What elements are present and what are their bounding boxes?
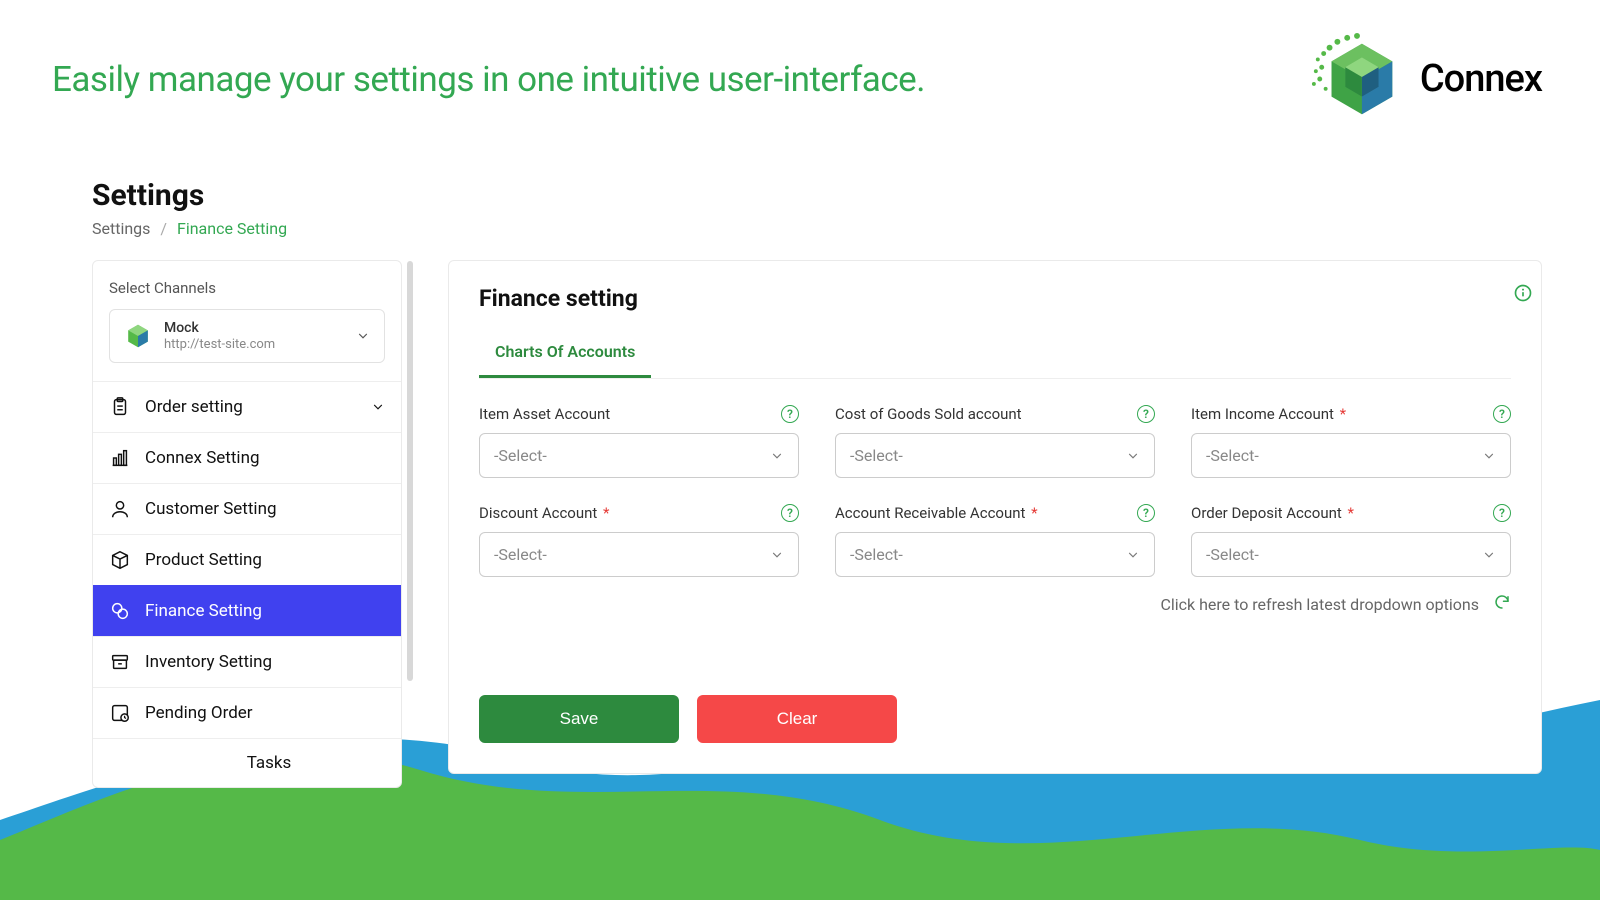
sidebar-item-label: Product Setting [145,550,262,570]
sidebar-item-label: Connex Setting [145,448,260,468]
field-discount-account: Discount Account * ? -Select- [479,504,799,577]
help-icon[interactable]: ? [1137,405,1155,423]
select-discount-account[interactable]: -Select- [479,532,799,577]
box-icon [109,549,131,571]
select-value: -Select- [494,446,547,465]
sidebar-item-label: Customer Setting [145,499,277,519]
save-button[interactable]: Save [479,695,679,743]
breadcrumb-current: Finance Setting [177,219,287,238]
chevron-down-icon [1482,449,1496,463]
select-value: -Select- [850,446,903,465]
brand-logo-icon [1308,30,1406,128]
sidebar-item-customer-setting[interactable]: Customer Setting [93,483,401,534]
marketing-tagline: Easily manage your settings in one intui… [52,59,925,100]
field-item-income-account: Item Income Account * ? -Select- [1191,405,1511,478]
clear-button[interactable]: Clear [697,695,897,743]
archive-icon [109,651,131,673]
sidebar-item-inventory-setting[interactable]: Inventory Setting [93,636,401,687]
channel-icon [124,322,152,350]
field-label: Item Asset Account [479,405,610,423]
select-value: -Select- [494,545,547,564]
sidebar-item-label: Inventory Setting [145,652,272,672]
brand-name: Connex [1420,57,1542,101]
select-ar-account[interactable]: -Select- [835,532,1155,577]
sidebar-item-label: Order setting [145,397,243,417]
field-label: Discount Account [479,504,597,522]
clipboard-icon [109,396,131,418]
chevron-down-icon [770,548,784,562]
chevron-down-icon [371,400,385,414]
accounts-form: Item Asset Account ? -Select- Cost of Go… [479,405,1511,577]
brand: Connex [1308,30,1542,128]
field-label: Cost of Goods Sold account [835,405,1022,423]
sidebar-item-label: Finance Setting [145,601,262,621]
finance-setting-panel: Finance setting Charts Of Accounts Item … [448,260,1542,774]
sidebar-item-connex-setting[interactable]: Connex Setting [93,432,401,483]
help-icon[interactable]: ? [781,405,799,423]
chevron-down-icon [1126,449,1140,463]
sidebar-item-product-setting[interactable]: Product Setting [93,534,401,585]
field-label: Item Income Account [1191,405,1334,423]
help-icon[interactable]: ? [1137,504,1155,522]
sidebar-item-finance-setting[interactable]: Finance Setting [93,585,401,636]
sidebar-nav: Order setting Connex Setting Customer Se… [93,381,401,787]
field-order-deposit-account: Order Deposit Account * ? -Select- [1191,504,1511,577]
field-cogs-account: Cost of Goods Sold account ? -Select- [835,405,1155,478]
info-icon[interactable] [1513,283,1533,307]
help-icon[interactable]: ? [1493,504,1511,522]
channels-label: Select Channels [93,279,401,309]
chart-icon [109,447,131,469]
select-item-asset-account[interactable]: -Select- [479,433,799,478]
sidebar-item-order-setting[interactable]: Order setting [93,381,401,432]
channel-selector[interactable]: Mock http://test-site.com [109,309,385,363]
field-label: Order Deposit Account [1191,504,1342,522]
pending-icon [109,702,131,724]
panel-title: Finance setting [479,285,1511,312]
select-value: -Select- [1206,545,1259,564]
breadcrumb: Settings / Finance Setting [92,219,1542,238]
settings-sidebar: Select Channels Mock http://test-site.co… [92,260,402,788]
help-icon[interactable]: ? [781,504,799,522]
sidebar-item-pending-order[interactable]: Pending Order [93,687,401,738]
channel-url: http://test-site.com [164,337,275,352]
finance-icon [109,600,131,622]
field-ar-account: Account Receivable Account * ? -Select- [835,504,1155,577]
help-icon[interactable]: ? [1493,405,1511,423]
chevron-down-icon [770,449,784,463]
field-item-asset-account: Item Asset Account ? -Select- [479,405,799,478]
select-cogs-account[interactable]: -Select- [835,433,1155,478]
select-value: -Select- [1206,446,1259,465]
refresh-icon[interactable] [1493,593,1511,615]
tabs: Charts Of Accounts [479,332,1511,379]
page-title: Settings [92,178,1542,213]
select-order-deposit-account[interactable]: -Select- [1191,532,1511,577]
marketing-header: Easily manage your settings in one intui… [0,0,1600,138]
user-icon [109,498,131,520]
field-label: Account Receivable Account [835,504,1025,522]
chevron-down-icon [1482,548,1496,562]
select-value: -Select- [850,545,903,564]
sidebar-item-tasks[interactable]: Tasks [93,738,401,787]
refresh-dropdown-link[interactable]: Click here to refresh latest dropdown op… [1160,595,1479,614]
sidebar-item-label: Pending Order [145,703,253,723]
breadcrumb-separator: / [160,219,167,238]
select-item-income-account[interactable]: -Select- [1191,433,1511,478]
tab-charts-of-accounts[interactable]: Charts Of Accounts [479,332,651,378]
chevron-down-icon [1126,548,1140,562]
sidebar-item-label: Tasks [247,753,292,773]
channel-name: Mock [164,320,275,337]
breadcrumb-root[interactable]: Settings [92,219,150,238]
chevron-down-icon [356,329,370,343]
